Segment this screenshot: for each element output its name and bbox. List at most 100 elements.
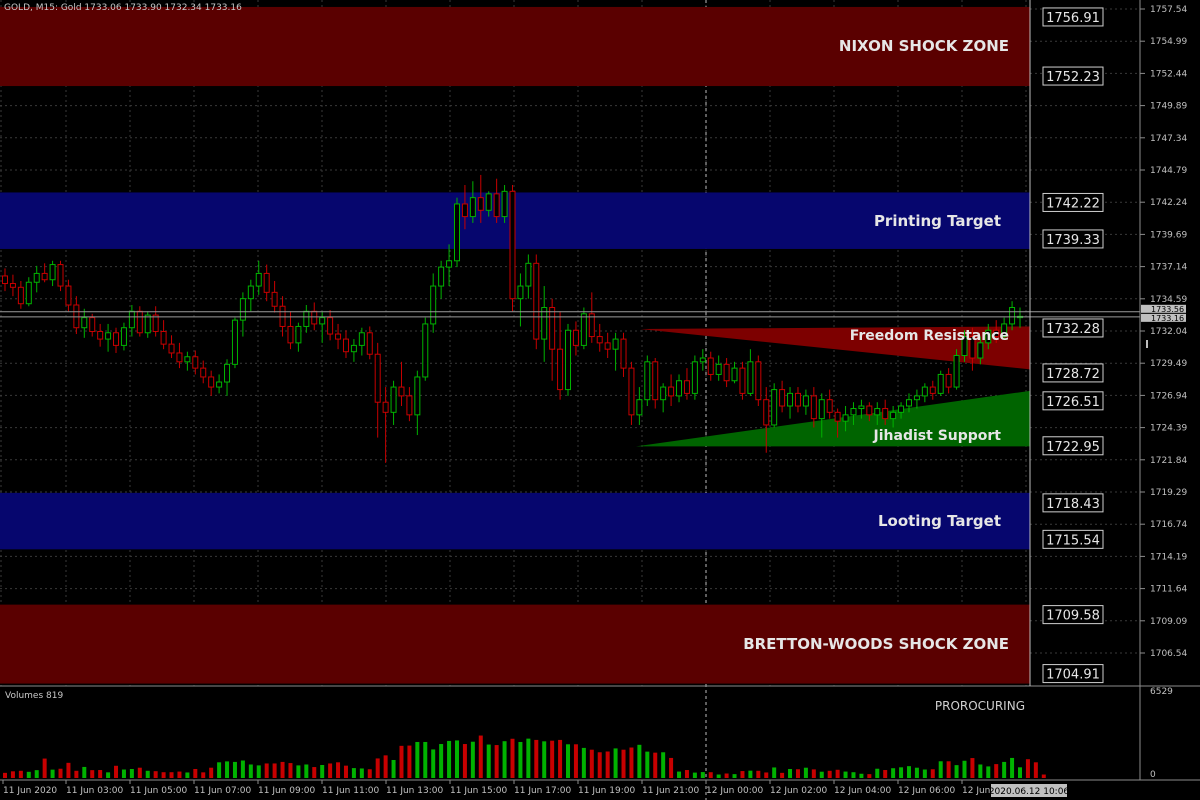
volume-bar [684, 770, 689, 778]
volume-bar [58, 768, 63, 778]
price-tick-label: 1754.99 [1150, 37, 1187, 47]
candle-body [438, 266, 445, 287]
level-box-value: 1752.23 [1046, 70, 1100, 85]
volume-bar [899, 767, 904, 778]
candle-body [620, 338, 627, 369]
volume-bar [914, 767, 919, 778]
candle-body [422, 323, 429, 378]
price-tick-label: 1714.19 [1150, 552, 1187, 562]
volume-bar [906, 766, 911, 778]
volume-bar [320, 765, 325, 778]
volume-bar [225, 761, 230, 778]
candle-body [263, 272, 270, 293]
volume-bar [740, 771, 745, 778]
volume-bar [312, 767, 317, 778]
symbol-info: GOLD, M15: Gold 1733.06 1733.90 1732.34 … [4, 3, 242, 13]
volume-bar [26, 771, 31, 778]
volume-bar [954, 765, 959, 778]
volume-bar [232, 761, 237, 778]
candle-body [97, 331, 104, 340]
candle-body [755, 361, 762, 401]
volume-bar [106, 772, 111, 778]
candle-body [398, 386, 405, 397]
candle-body [771, 389, 778, 426]
candle-body [2, 275, 8, 285]
candle-body [913, 395, 920, 401]
price-tick-label: 1724.39 [1150, 424, 1187, 434]
price-tick-label: 1706.54 [1150, 649, 1187, 659]
volume-bar [66, 762, 71, 778]
level-box-value: 1728.72 [1046, 367, 1100, 382]
price-tick-label: 1709.09 [1150, 617, 1187, 627]
volume-bar [1010, 757, 1015, 778]
volume-bar [478, 735, 483, 778]
price-tick-label: 1757.54 [1150, 5, 1187, 15]
volume-bar [161, 772, 166, 778]
candle-body [763, 399, 770, 426]
candle-body [676, 380, 683, 397]
candle-body [144, 314, 151, 334]
candle-body [905, 399, 912, 407]
candle-body [707, 357, 714, 375]
candle-body [168, 343, 175, 354]
candle-body [612, 338, 619, 350]
candle-body [17, 286, 24, 305]
candle-body [882, 408, 889, 420]
candle-body [937, 373, 944, 394]
price-tick-label: 1719.29 [1150, 488, 1187, 498]
volume-bar [423, 741, 428, 778]
volume-bar [439, 744, 444, 778]
candle-body [358, 332, 365, 346]
price-tick-label: 1721.84 [1150, 456, 1187, 466]
volume-bar [1002, 761, 1007, 778]
volume-bar [629, 747, 634, 778]
candle-body [477, 197, 484, 211]
volumes-label: Volumes 819 [5, 691, 64, 701]
volume-bar [732, 774, 737, 778]
volume-bar [367, 769, 372, 778]
volume-bar [994, 764, 999, 778]
candle-body [509, 190, 516, 300]
candle-body [152, 314, 159, 333]
price-tick-label: 1726.94 [1150, 391, 1187, 401]
price-chart[interactable]: 1756.91 1752.23 1742.22 1739.33 1732.28 1728.… [0, 0, 1200, 800]
candle-body [406, 395, 413, 416]
candle-body [953, 354, 960, 388]
volume-bar [581, 747, 586, 778]
candle-body [89, 317, 96, 333]
level-box-value: 1732.28 [1046, 322, 1100, 337]
bid-price-text: 1733.16 [1151, 314, 1184, 323]
price-tick-label: 1747.34 [1150, 134, 1187, 144]
candle-body [794, 392, 801, 407]
candle-body [453, 203, 460, 262]
candle-body [81, 317, 88, 329]
time-tick-label: 11 Jun 03:00 [66, 786, 123, 796]
volume-bar [217, 762, 222, 778]
volume-bar [462, 744, 467, 778]
candle-body [311, 310, 318, 325]
candle-body [25, 281, 32, 305]
price-tick-label: 1744.79 [1150, 166, 1187, 176]
volume-zero-label: 0 [1150, 770, 1156, 780]
level-box-value: 1742.22 [1046, 196, 1100, 211]
candle-body [858, 405, 865, 410]
volume-bar [550, 740, 555, 778]
price-tick-label: 1711.64 [1150, 585, 1187, 595]
candle-body [834, 411, 841, 422]
candle-body [176, 352, 183, 363]
candle-body [136, 310, 143, 334]
volume-bar [922, 769, 927, 778]
candle-body [501, 190, 508, 218]
zone-label-bretton-woods: BRETTON-WOODS SHOCK ZONE [743, 635, 1009, 653]
volume-bar [891, 768, 896, 778]
level-box-value: 1739.33 [1046, 233, 1100, 248]
candle-body [382, 401, 389, 413]
candle-body [921, 386, 928, 397]
volume-bar [470, 741, 475, 778]
candle-body [517, 285, 524, 300]
candle-body [826, 399, 833, 413]
volume-bar [716, 774, 721, 778]
volume-bar [90, 770, 95, 778]
candle-body [350, 344, 357, 353]
candle-body [208, 376, 215, 388]
